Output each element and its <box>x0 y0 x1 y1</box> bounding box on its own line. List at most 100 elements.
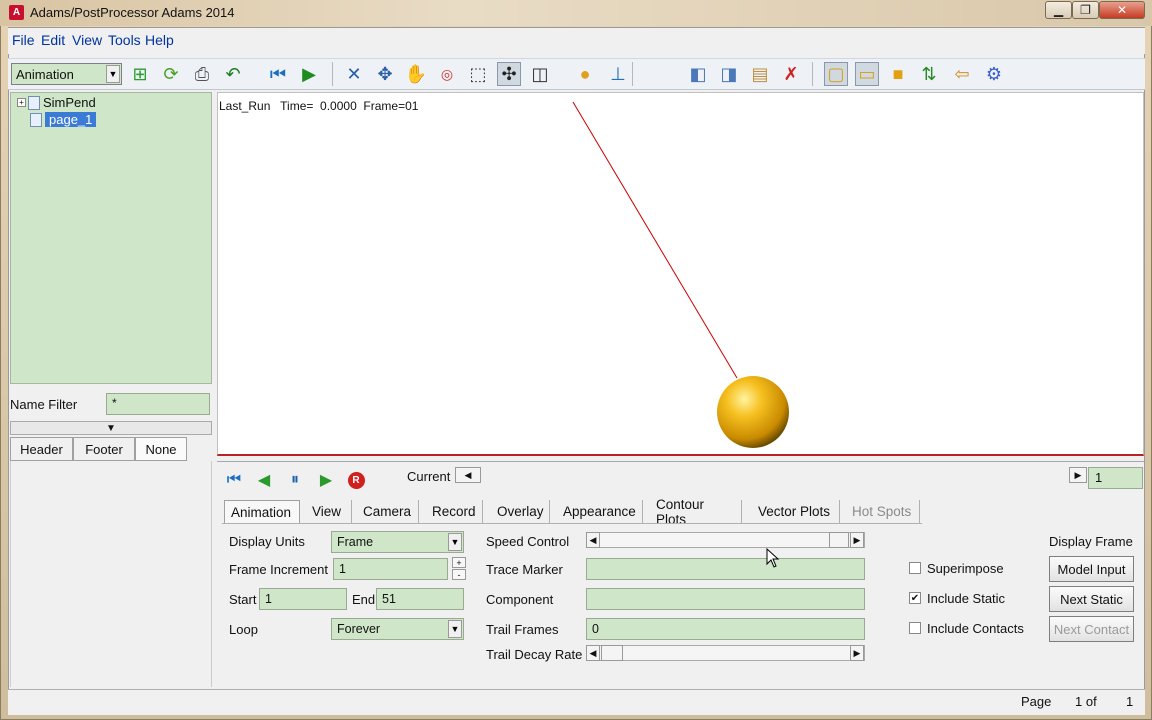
include-static-checkbox[interactable]: ✔ <box>909 592 921 604</box>
speed-control-slider[interactable] <box>586 532 865 548</box>
tree-item-page[interactable]: page_1 <box>30 112 97 127</box>
panel-splitter[interactable]: ▼ <box>10 421 212 435</box>
layout-3-icon[interactable]: ■ <box>886 62 910 86</box>
render-sphere-icon[interactable]: ● <box>573 62 597 86</box>
print-icon[interactable]: ⎙ <box>190 62 214 86</box>
trail-frames-label: Trail Frames <box>486 622 559 637</box>
play-backward-icon[interactable]: ◀ <box>253 470 275 490</box>
tab-appearance[interactable]: Appearance <box>557 500 643 523</box>
next-static-button[interactable]: Next Static <box>1049 586 1134 612</box>
menu-tools[interactable]: Tools <box>108 32 141 48</box>
trail-frames-input[interactable]: 0 <box>586 618 865 640</box>
end-input[interactable]: 51 <box>376 588 464 610</box>
loop-select[interactable]: Forever ▼ <box>331 618 464 640</box>
trail-decay-slider[interactable] <box>586 645 865 661</box>
next-page-icon[interactable]: ◨ <box>717 62 741 86</box>
frame-scroll-right[interactable]: ▶ <box>1069 467 1087 483</box>
minimize-button[interactable]: ▁ <box>1045 1 1072 19</box>
menu-file[interactable]: File <box>12 32 35 48</box>
play-forward-icon[interactable]: ▶ <box>315 470 337 490</box>
tab-divider <box>222 523 922 524</box>
model-input-button[interactable]: Model Input <box>1049 556 1134 582</box>
superimpose-checkbox[interactable] <box>909 562 921 574</box>
layout-1-icon[interactable]: ▢ <box>824 62 848 86</box>
expand-icon[interactable]: + <box>17 98 26 107</box>
tab-camera[interactable]: Camera <box>357 500 419 523</box>
speed-control-label: Speed Control <box>486 534 570 549</box>
pendulum-ball[interactable] <box>717 376 789 448</box>
speed-slider-thumb[interactable] <box>829 532 849 548</box>
trace-marker-input[interactable] <box>586 558 865 580</box>
tab-overlay[interactable]: Overlay <box>491 500 550 523</box>
rewind-icon[interactable]: ⏮ <box>266 62 290 86</box>
chevron-down-icon[interactable]: ▼ <box>106 65 120 83</box>
current-label: Current <box>407 469 451 484</box>
end-label: End <box>352 592 376 607</box>
chevron-down-icon[interactable]: ▼ <box>448 533 462 551</box>
delete-page-icon[interactable]: ✗ <box>779 62 803 86</box>
select-icon[interactable]: ✕ <box>342 62 366 86</box>
tree-item-label: page_1 <box>45 112 97 127</box>
tree-item-simpend[interactable]: + SimPend <box>17 95 96 110</box>
increment-up-button[interactable]: + <box>452 557 466 568</box>
tab-contour-plots[interactable]: Contour Plots <box>650 497 742 527</box>
decay-slider-thumb[interactable] <box>601 645 623 661</box>
include-contacts-label: Include Contacts <box>927 621 1024 636</box>
tab-none[interactable]: None <box>135 437 187 461</box>
layout-2-icon[interactable]: ▭ <box>855 62 879 86</box>
layout-5-icon[interactable]: ⇦ <box>950 62 974 86</box>
pan-hand-icon[interactable]: ✋ <box>404 62 428 86</box>
tab-record[interactable]: Record <box>426 500 483 523</box>
pause-icon[interactable]: ⏸ <box>284 470 306 490</box>
fit-icon[interactable]: ✣ <box>497 62 521 86</box>
scroll-right-icon[interactable]: ▶ <box>850 645 864 661</box>
name-filter-input[interactable]: * <box>106 393 210 415</box>
scroll-right-icon[interactable]: ▶ <box>850 532 864 548</box>
checkmark-icon: ✔ <box>910 592 920 604</box>
menu-edit[interactable]: Edit <box>41 32 65 48</box>
menu-bar <box>8 28 1145 54</box>
prev-page-icon[interactable]: ◧ <box>686 62 710 86</box>
maximize-button[interactable]: ❐ <box>1072 1 1099 19</box>
frame-increment-input[interactable]: 1 <box>333 558 448 580</box>
current-slider[interactable]: ◀ <box>455 467 481 483</box>
wireframe-icon[interactable]: ◫ <box>528 62 552 86</box>
new-page-icon[interactable]: ▤ <box>748 62 772 86</box>
next-contact-button[interactable]: Next Contact <box>1049 616 1134 642</box>
trace-marker-label: Trace Marker <box>486 562 563 577</box>
tab-footer[interactable]: Footer <box>73 437 135 461</box>
record-icon[interactable]: R <box>345 470 367 490</box>
settings-gear-icon[interactable]: ⚙ <box>982 62 1006 86</box>
scroll-left-icon[interactable]: ◀ <box>586 645 600 661</box>
close-button[interactable]: ✕ <box>1099 1 1145 19</box>
page-label: Page <box>1021 694 1052 709</box>
tab-view[interactable]: View <box>306 500 352 523</box>
include-contacts-checkbox[interactable] <box>909 622 921 634</box>
add-page-icon[interactable]: ⊞ <box>128 62 152 86</box>
refresh-icon[interactable]: ⟳ <box>159 62 183 86</box>
start-input[interactable]: 1 <box>259 588 347 610</box>
model-tree[interactable] <box>10 92 212 384</box>
frame-number-field[interactable]: 1 <box>1088 467 1143 489</box>
menu-view[interactable]: View <box>72 32 102 48</box>
mode-select[interactable]: Animation ▼ <box>11 63 122 85</box>
display-units-select[interactable]: Frame ▼ <box>331 531 464 553</box>
tab-animation[interactable]: Animation <box>224 500 300 523</box>
chevron-down-icon[interactable]: ▼ <box>448 620 462 638</box>
component-input[interactable] <box>586 588 865 610</box>
tab-vector-plots[interactable]: Vector Plots <box>752 500 840 523</box>
triad-icon[interactable]: ⊥ <box>606 62 630 86</box>
menu-help[interactable]: Help <box>145 32 174 48</box>
tab-header[interactable]: Header <box>10 437 73 461</box>
toolbar-separator <box>632 62 633 86</box>
tab-hot-spots[interactable]: Hot Spots <box>846 500 920 523</box>
rewind-start-icon[interactable]: ⏮ <box>223 470 245 490</box>
translate-icon[interactable]: ✥ <box>373 62 397 86</box>
play-icon[interactable]: ▶ <box>297 62 321 86</box>
rotate-point-icon[interactable]: ◎ <box>435 62 459 86</box>
zoom-box-icon[interactable]: ⬚ <box>466 62 490 86</box>
scroll-left-icon[interactable]: ◀ <box>586 532 600 548</box>
layout-4-icon[interactable]: ⇅ <box>917 62 941 86</box>
undo-icon[interactable]: ↶ <box>221 62 245 86</box>
increment-down-button[interactable]: - <box>452 569 466 580</box>
